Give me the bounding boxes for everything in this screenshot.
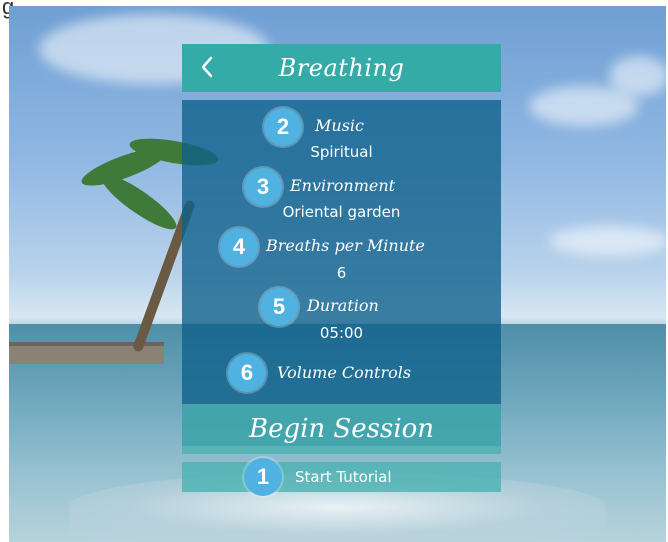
setting-label: Music bbox=[315, 116, 364, 135]
step-badge: 1 bbox=[244, 458, 282, 496]
setting-label: Volume Controls bbox=[277, 363, 412, 382]
setting-volume-controls[interactable]: 6 Volume Controls bbox=[182, 346, 501, 402]
setting-environment[interactable]: 3 Environment Oriental garden bbox=[182, 164, 501, 224]
step-badge: 2 bbox=[264, 108, 302, 146]
begin-session-button[interactable]: Begin Session bbox=[182, 404, 501, 454]
step-badge: 6 bbox=[228, 354, 266, 392]
setting-label: Breaths per Minute bbox=[266, 236, 425, 255]
setting-duration[interactable]: 5 Duration 05:00 bbox=[182, 284, 501, 346]
back-button[interactable] bbox=[192, 50, 222, 84]
step-badge: 4 bbox=[220, 228, 258, 266]
setting-value: 6 bbox=[336, 264, 347, 282]
setting-value: 05:00 bbox=[319, 324, 364, 342]
setting-value: Spiritual bbox=[310, 143, 373, 161]
chevron-left-icon bbox=[201, 56, 213, 78]
setting-value: Oriental garden bbox=[282, 203, 401, 221]
step-badge: 3 bbox=[244, 168, 282, 206]
setting-label: Duration bbox=[307, 296, 379, 315]
tutorial-label: Start Tutorial bbox=[295, 468, 392, 486]
page-title: Breathing bbox=[278, 54, 405, 82]
setting-music[interactable]: 2 Music Spiritual bbox=[182, 100, 501, 164]
settings-list: 2 Music Spiritual 3 Environment Oriental… bbox=[182, 100, 501, 446]
panel-header: Breathing bbox=[182, 44, 501, 92]
step-badge: 5 bbox=[260, 288, 298, 326]
start-tutorial-button[interactable]: 1 Start Tutorial bbox=[182, 458, 501, 496]
setting-label: Environment bbox=[290, 176, 396, 195]
breathing-panel: Breathing 2 Music Spiritual 3 Environmen… bbox=[182, 44, 501, 446]
setting-breaths-per-minute[interactable]: 4 Breaths per Minute 6 bbox=[182, 224, 501, 284]
